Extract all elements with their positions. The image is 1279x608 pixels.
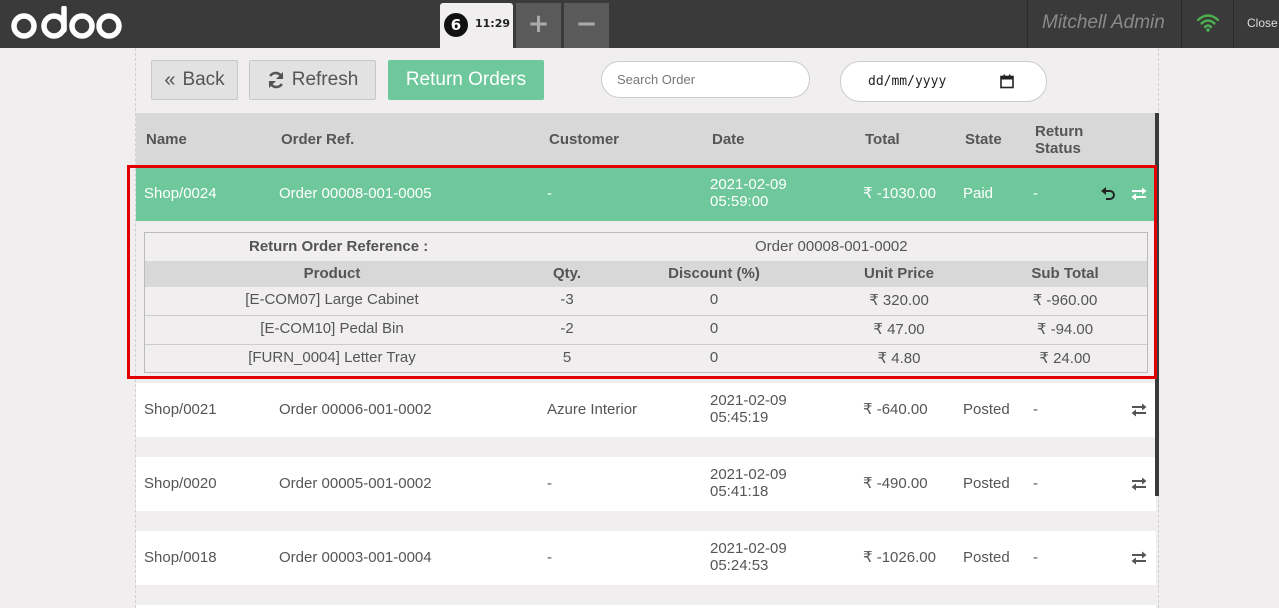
- date-placeholder: dd/mm/yyyy: [868, 74, 947, 89]
- close-button[interactable]: Close: [1247, 16, 1278, 30]
- cell-name: Shop/0020: [144, 475, 217, 492]
- cell-order-ref: Order 00003-001-0004: [279, 549, 432, 566]
- search-input[interactable]: [601, 61, 810, 98]
- cell-order-ref: Order 00006-001-0002: [279, 401, 432, 418]
- cell-date-day: 2021-02-09: [710, 466, 787, 483]
- order-time: 11:29: [475, 17, 511, 30]
- cell-date: 2021-02-09 05:41:18: [710, 466, 787, 500]
- date-filter-input[interactable]: dd/mm/yyyy: [840, 61, 1047, 102]
- cell-state: Posted: [963, 549, 1010, 566]
- remove-order-button[interactable]: −: [564, 3, 609, 48]
- cell-state: Posted: [963, 401, 1010, 418]
- header-return-status: Return Status: [1035, 123, 1083, 157]
- cell-name: Shop/0018: [144, 549, 217, 566]
- cell-date: 2021-02-09 05:45:19: [710, 392, 787, 426]
- cell-name: Shop/0021: [144, 401, 217, 418]
- table-row[interactable]: Shop/0020 Order 00005-001-0002 - 2021-02…: [136, 457, 1156, 511]
- header-date: Date: [712, 131, 745, 148]
- cell-return-status: -: [1033, 475, 1038, 492]
- table-row[interactable]: Shop/0021 Order 00006-001-0002 Azure Int…: [136, 383, 1156, 437]
- cell-state: Posted: [963, 475, 1010, 492]
- highlight-box: [127, 165, 1157, 379]
- table-row[interactable]: Shop/0018 Order 00003-001-0004 - 2021-02…: [136, 531, 1156, 585]
- cell-date: 2021-02-09 05:24:53: [710, 540, 787, 574]
- refresh-icon: [268, 71, 283, 89]
- header-name: Name: [146, 131, 187, 148]
- cell-customer: -: [547, 549, 552, 566]
- cell-return-status: -: [1033, 401, 1038, 418]
- odoo-logo: [11, 6, 122, 39]
- header-state: State: [965, 131, 1002, 148]
- refresh-label: Refresh: [291, 69, 359, 90]
- header-total: Total: [865, 131, 900, 148]
- header-return-status-line2: Status: [1035, 140, 1081, 157]
- calendar-icon[interactable]: [1000, 74, 1014, 89]
- cell-customer: -: [547, 475, 552, 492]
- exchange-icon[interactable]: [1131, 477, 1147, 491]
- topbar-divider: [1233, 0, 1234, 48]
- cell-total: ₹ -490.00: [863, 475, 928, 492]
- cell-total: ₹ -640.00: [863, 401, 928, 418]
- cell-date-day: 2021-02-09: [710, 540, 787, 557]
- exchange-icon[interactable]: [1131, 403, 1147, 417]
- topbar-divider: [1027, 0, 1028, 48]
- order-sequence-badge: 6: [444, 13, 468, 37]
- wifi-icon: [1196, 14, 1220, 32]
- pos-topbar: 6 11:29 + − Mitchell Admin Close: [0, 0, 1279, 48]
- header-order-ref: Order Ref.: [281, 131, 355, 148]
- exchange-icon[interactable]: [1131, 551, 1147, 565]
- back-button[interactable]: « Back: [151, 60, 238, 100]
- refresh-button[interactable]: Refresh: [249, 60, 376, 100]
- cell-order-ref: Order 00005-001-0002: [279, 475, 432, 492]
- header-return-status-line1: Return: [1035, 123, 1084, 140]
- order-tab[interactable]: 6 11:29: [440, 3, 513, 48]
- cell-return-status: -: [1033, 549, 1038, 566]
- add-order-button[interactable]: +: [516, 3, 561, 48]
- table-header: Name Order Ref. Customer Date Total Stat…: [136, 113, 1158, 165]
- cell-total: ₹ -1026.00: [863, 549, 936, 566]
- cell-date-time: 05:45:19: [710, 409, 769, 426]
- double-chevron-left-icon: «: [164, 69, 176, 91]
- cell-date-day: 2021-02-09: [710, 392, 787, 409]
- back-label: Back: [182, 69, 225, 90]
- return-orders-button[interactable]: Return Orders: [388, 60, 544, 100]
- cell-date-time: 05:24:53: [710, 557, 769, 574]
- username[interactable]: Mitchell Admin: [1042, 12, 1165, 34]
- topbar-divider: [1181, 0, 1182, 48]
- cell-date-time: 05:41:18: [710, 483, 769, 500]
- cell-customer: Azure Interior: [547, 401, 638, 418]
- header-customer: Customer: [549, 131, 620, 148]
